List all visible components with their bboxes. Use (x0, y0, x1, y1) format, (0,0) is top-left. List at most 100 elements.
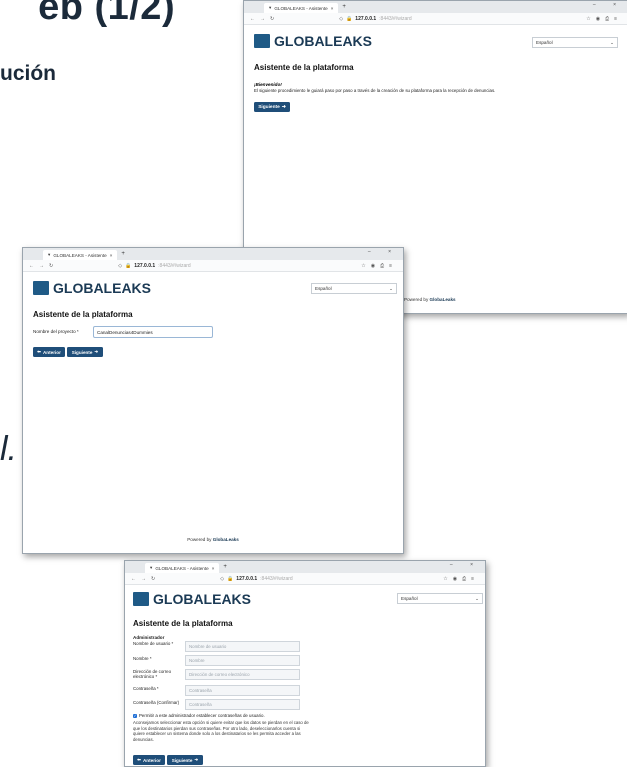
password-confirm-placeholder: Contraseña (189, 702, 212, 707)
back-icon[interactable]: ← (250, 16, 255, 22)
tab-title: GLOBALEAKS - Asistente (155, 565, 209, 571)
reload-icon[interactable]: ↻ (151, 576, 155, 582)
logo-icon (254, 34, 270, 48)
browser-tab[interactable]: ▾ GLOBALEAKS - Asistente × (43, 250, 118, 260)
next-button[interactable]: Siguiente ➜ (167, 755, 203, 765)
email-label: Dirección de correo electrónico * (133, 669, 172, 679)
window-controls[interactable]: – × (450, 562, 481, 568)
project-name-input[interactable]: CanalDenuncias4Dummies (93, 326, 213, 338)
back-icon[interactable]: ← (29, 263, 34, 269)
tab-title: GLOBALEAKS - Asistente (53, 252, 107, 258)
chevron-down-icon: ⌄ (389, 285, 393, 291)
browser-window-project: ▾ GLOBALEAKS - Asistente × + – × ← → ↻ ◇… (22, 247, 404, 554)
bookmark-star-icon[interactable]: ☆ (443, 576, 447, 582)
tab-title: GLOBALEAKS - Asistente (274, 5, 328, 11)
wizard-title: Asistente de la plataforma (33, 310, 133, 319)
arrow-left-icon: ⬅ (37, 349, 41, 354)
toolbar-icons[interactable]: ◉⎙≡ (453, 576, 479, 582)
lock-icon: 🔒 (227, 575, 234, 582)
tab-close-icon[interactable]: × (110, 253, 113, 258)
footer-brand: GlobaLeaks (212, 537, 239, 542)
project-name-label: Nombre del proyecto * (33, 329, 79, 334)
name-placeholder: Nombre (189, 658, 205, 663)
previous-button[interactable]: ⬅ Anterior (33, 347, 65, 357)
reload-icon[interactable]: ↻ (49, 263, 53, 269)
tab-close-icon[interactable]: × (331, 6, 334, 11)
next-button[interactable]: Siguiente ➜ (254, 102, 290, 112)
footer-prefix: Powered by (404, 297, 429, 302)
shield-icon: ◇ (220, 575, 225, 582)
slide-side-text: l. (0, 430, 17, 468)
forward-icon[interactable]: → (39, 263, 44, 269)
toolbar-icons[interactable]: ◉⎙≡ (596, 16, 622, 22)
bookmark-star-icon[interactable]: ☆ (586, 16, 590, 22)
address-bar[interactable]: ◇ 🔒 127.0.0.1 :8443/#/wizard (160, 576, 438, 582)
new-tab-button[interactable]: + (342, 4, 346, 10)
address-bar[interactable]: ◇ 🔒 127.0.0.1 :8443/#/wizard (58, 263, 356, 269)
logo-text: GLOBALEAKS (274, 33, 372, 49)
tab-favicon-icon: ▾ (269, 5, 272, 10)
name-input[interactable]: Nombre (185, 655, 300, 666)
reload-icon[interactable]: ↻ (270, 16, 274, 22)
username-placeholder: Nombre de usuario (189, 644, 227, 649)
language-select[interactable]: Español ⌄ (397, 593, 483, 604)
new-tab-button[interactable]: + (223, 564, 227, 570)
password-label: Contraseña * (133, 686, 159, 691)
app-logo: GLOBALEAKS (254, 33, 372, 49)
tab-bar: ▾ GLOBALEAKS - Asistente × + – × (244, 1, 627, 13)
password-input[interactable]: Contraseña (185, 685, 300, 696)
next-button-label: Siguiente (258, 104, 280, 110)
app-logo: GLOBALEAKS (133, 591, 251, 607)
welcome-heading: ¡Bienvenido! (254, 82, 282, 87)
forward-icon[interactable]: → (260, 16, 265, 22)
logo-icon (133, 592, 149, 606)
language-select[interactable]: Español ⌄ (532, 37, 618, 48)
tab-bar: ▾ GLOBALEAKS - Asistente × + – × (125, 561, 485, 573)
url-host: 127.0.0.1 (236, 575, 258, 582)
url-host: 127.0.0.1 (355, 15, 377, 22)
next-button[interactable]: Siguiente ➜ (67, 347, 103, 357)
back-icon[interactable]: ← (131, 576, 136, 582)
username-input[interactable]: Nombre de usuario (185, 641, 300, 652)
email-placeholder: Dirección de correo electrónico (189, 672, 250, 677)
bookmark-star-icon[interactable]: ☆ (361, 263, 365, 269)
shield-icon: ◇ (118, 262, 123, 269)
nav-bar: ← → ↻ ◇ 🔒 127.0.0.1 :8443/#/wizard ☆ ◉⎙≡ (23, 260, 403, 272)
arrow-right-icon: ➜ (194, 757, 199, 762)
allow-passwords-checkbox[interactable]: ✓ (133, 714, 137, 718)
wizard-title: Asistente de la plataforma (254, 63, 354, 72)
url-path: :8443/#/wizard (158, 262, 191, 269)
window-controls[interactable]: – × (593, 2, 624, 8)
shield-icon: ◇ (339, 15, 344, 22)
lock-icon: 🔒 (346, 15, 353, 22)
window-controls[interactable]: – × (368, 249, 399, 255)
previous-button-label: Anterior (42, 349, 61, 355)
previous-button[interactable]: ⬅ Anterior (133, 755, 165, 765)
chevron-down-icon: ⌄ (610, 39, 614, 45)
logo-text: GLOBALEAKS (53, 280, 151, 296)
address-bar[interactable]: ◇ 🔒 127.0.0.1 :8443/#/wizard (279, 16, 581, 22)
url-host: 127.0.0.1 (134, 262, 156, 269)
previous-button-label: Anterior (142, 757, 161, 763)
arrow-left-icon: ⬅ (137, 757, 141, 762)
arrow-right-icon: ➜ (281, 104, 286, 110)
forward-icon[interactable]: → (141, 576, 146, 582)
language-select[interactable]: Español ⌄ (311, 283, 397, 294)
language-value: Español (401, 596, 418, 601)
browser-tab[interactable]: ▾ GLOBALEAKS - Asistente × (264, 3, 339, 13)
nav-bar: ← → ↻ ◇ 🔒 127.0.0.1 :8443/#/wizard ☆ ◉⎙≡ (125, 573, 485, 585)
tab-close-icon[interactable]: × (212, 566, 215, 571)
password-confirm-input[interactable]: Contraseña (185, 699, 300, 710)
toolbar-icons[interactable]: ◉⎙≡ (371, 263, 397, 269)
allow-passwords-help: Aconsejamos seleccionar esta opción si q… (133, 720, 309, 742)
browser-window-admin: ▾ GLOBALEAKS - Asistente × + – × ← → ↻ ◇… (124, 560, 486, 767)
browser-tab[interactable]: ▾ GLOBALEAKS - Asistente × (145, 563, 220, 573)
email-input[interactable]: Dirección de correo electrónico (185, 669, 300, 680)
logo-icon (33, 281, 49, 295)
app-logo: GLOBALEAKS (33, 280, 151, 296)
tab-favicon-icon: ▾ (150, 565, 153, 570)
password-confirm-label: Contraseña (Confirmar) (133, 700, 180, 705)
arrow-right-icon: ➜ (94, 349, 99, 354)
new-tab-button[interactable]: + (121, 251, 125, 257)
slide-title: web (1/2) (38, 0, 176, 28)
